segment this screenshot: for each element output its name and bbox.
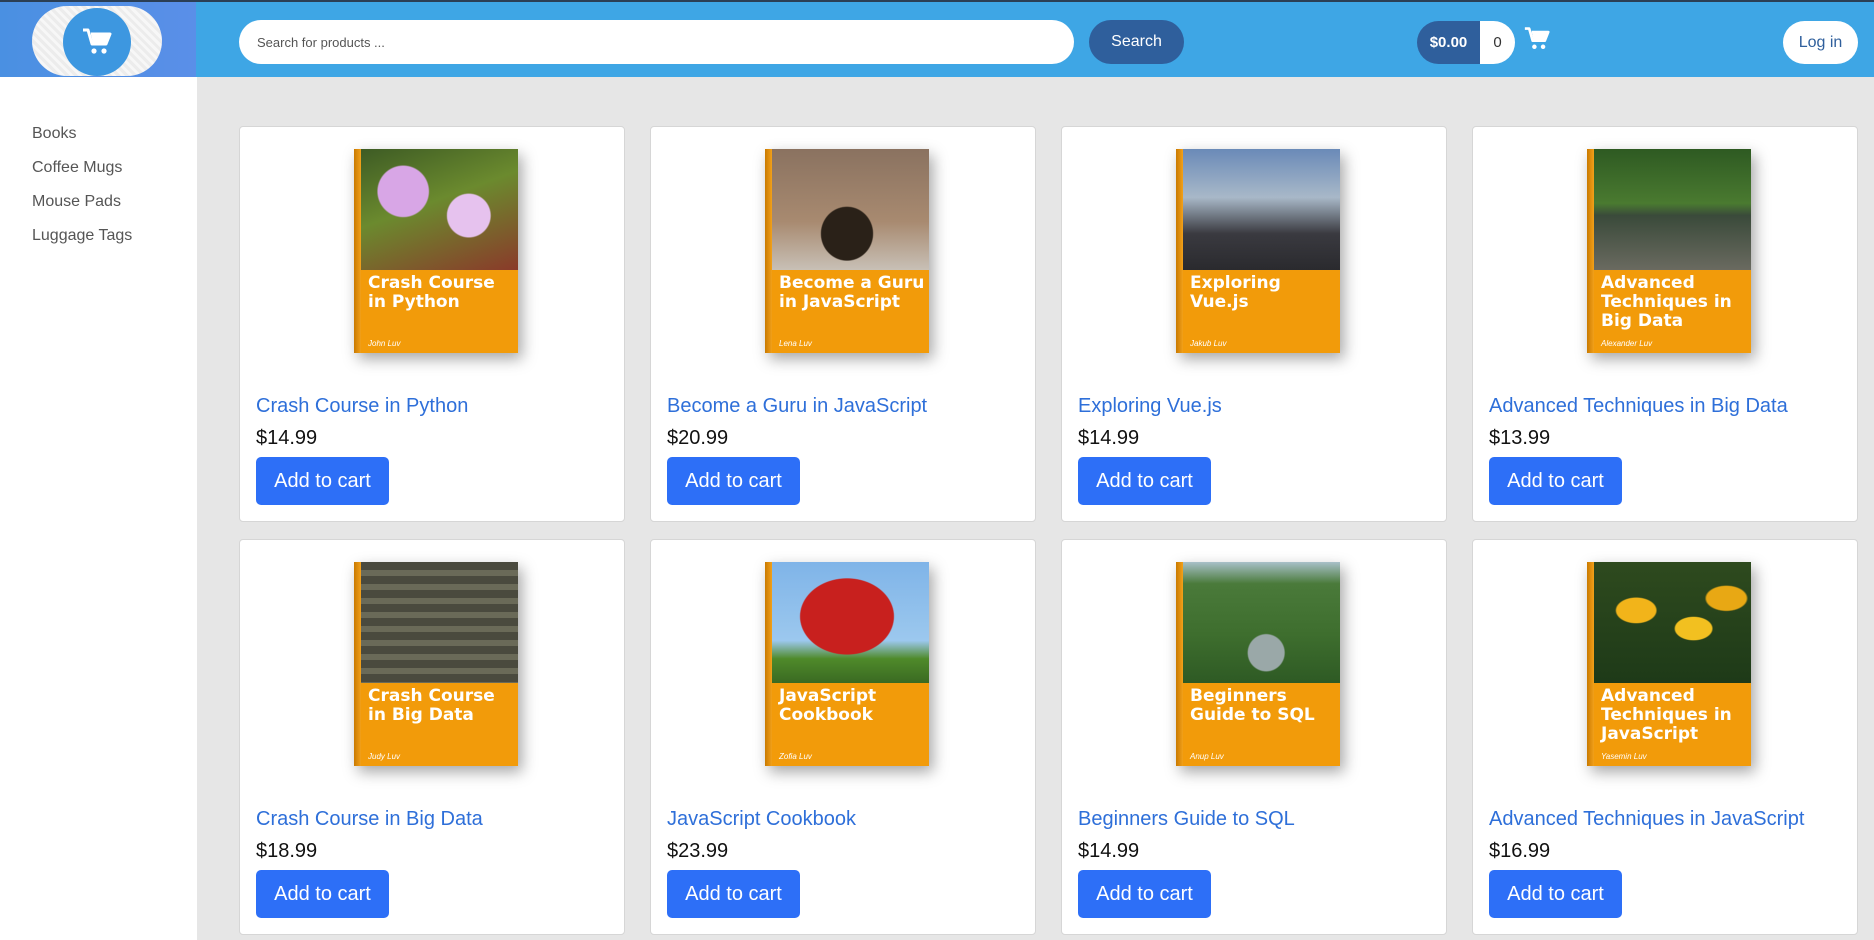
cover-title: Crash Course in Big Data xyxy=(368,686,495,725)
product-price: $13.99 xyxy=(1489,427,1551,449)
product-name-link[interactable]: Advanced Techniques in JavaScript xyxy=(1489,808,1804,831)
cover-photo xyxy=(1176,149,1340,270)
cart-count: 0 xyxy=(1480,21,1515,64)
cover-photo xyxy=(1176,562,1340,683)
cover-title: Beginners Guide to SQL xyxy=(1190,686,1315,725)
cover-author: Lena Luv xyxy=(779,339,812,348)
add-to-cart-button[interactable]: Add to cart xyxy=(667,870,800,918)
book-cover[interactable]: Advanced Techniques in Big Data Alexande… xyxy=(1587,149,1751,353)
product-name-link[interactable]: Advanced Techniques in Big Data xyxy=(1489,395,1788,418)
cover-title: Crash Course in Python xyxy=(368,273,495,312)
cover-author: Yasemin Luv xyxy=(1601,752,1647,761)
sidebar-item-coffee-mugs[interactable]: Coffee Mugs xyxy=(0,151,197,185)
sidebar-item-mouse-pads[interactable]: Mouse Pads xyxy=(0,185,197,219)
product-price: $14.99 xyxy=(1078,840,1140,862)
cover-photo xyxy=(354,562,518,683)
product-price: $16.99 xyxy=(1489,840,1551,862)
cover-photo xyxy=(765,149,929,270)
cover-author: Judy Luv xyxy=(368,752,401,761)
sidebar-item-books[interactable]: Books xyxy=(0,117,197,151)
book-cover[interactable]: Crash Course in Big Data Judy Luv xyxy=(354,562,518,766)
add-to-cart-button[interactable]: Add to cart xyxy=(1489,457,1622,505)
cover-spine xyxy=(765,562,772,766)
cart-total: $0.00 xyxy=(1417,21,1480,64)
product-name-link[interactable]: Exploring Vue.js xyxy=(1078,395,1222,418)
book-cover[interactable]: Crash Course in Python John Luv xyxy=(354,149,518,353)
logo-area xyxy=(0,2,196,79)
product-card: Crash Course in Python John Luv Crash Co… xyxy=(239,126,625,522)
cart-button[interactable] xyxy=(1524,26,1550,57)
product-name-link[interactable]: Become a Guru in JavaScript xyxy=(667,395,927,418)
add-to-cart-button[interactable]: Add to cart xyxy=(1489,870,1622,918)
product-card: Become a Guru in JavaScript Lena Luv Bec… xyxy=(650,126,1036,522)
shopping-cart-icon xyxy=(1524,27,1550,50)
top-bar: Search $0.00 0 Log in xyxy=(0,0,1874,79)
cover-spine xyxy=(1587,149,1594,353)
search-button[interactable]: Search xyxy=(1089,20,1184,64)
add-to-cart-button[interactable]: Add to cart xyxy=(1078,457,1211,505)
cover-author: Alexander Luv xyxy=(1601,339,1653,348)
cover-spine xyxy=(354,562,361,766)
product-card: Advanced Techniques in Big Data Alexande… xyxy=(1472,126,1858,522)
product-card: Beginners Guide to SQL Anup Luv Beginner… xyxy=(1061,539,1447,935)
product-card: JavaScript Cookbook Zofia Luv JavaScript… xyxy=(650,539,1036,935)
category-sidebar: Books Coffee Mugs Mouse Pads Luggage Tag… xyxy=(0,77,197,940)
product-price: $20.99 xyxy=(667,427,729,449)
cover-spine xyxy=(354,149,361,353)
cover-author: Zofia Luv xyxy=(779,752,812,761)
book-cover[interactable]: Advanced Techniques in JavaScript Yasemi… xyxy=(1587,562,1751,766)
book-cover[interactable]: Beginners Guide to SQL Anup Luv xyxy=(1176,562,1340,766)
product-name-link[interactable]: JavaScript Cookbook xyxy=(667,808,856,831)
add-to-cart-button[interactable]: Add to cart xyxy=(256,457,389,505)
cover-photo xyxy=(1587,149,1751,270)
cover-title: Advanced Techniques in JavaScript xyxy=(1601,686,1732,744)
cover-photo xyxy=(765,562,929,683)
cover-title: Advanced Techniques in Big Data xyxy=(1601,273,1732,331)
product-price: $18.99 xyxy=(256,840,318,862)
logo[interactable] xyxy=(63,8,131,76)
login-button[interactable]: Log in xyxy=(1783,21,1858,64)
product-grid: Crash Course in Python John Luv Crash Co… xyxy=(239,126,1858,935)
cover-spine xyxy=(1176,562,1183,766)
cover-title: JavaScript Cookbook xyxy=(779,686,877,725)
product-card: Advanced Techniques in JavaScript Yasemi… xyxy=(1472,539,1858,935)
product-price: $23.99 xyxy=(667,840,729,862)
cover-photo xyxy=(354,149,518,270)
book-cover[interactable]: Exploring Vue.js Jakub Luv xyxy=(1176,149,1340,353)
cover-author: John Luv xyxy=(368,339,401,348)
search-input[interactable] xyxy=(239,20,1074,64)
product-price: $14.99 xyxy=(256,427,318,449)
product-card: Exploring Vue.js Jakub Luv Exploring Vue… xyxy=(1061,126,1447,522)
product-card: Crash Course in Big Data Judy Luv Crash … xyxy=(239,539,625,935)
product-price: $14.99 xyxy=(1078,427,1140,449)
book-cover[interactable]: JavaScript Cookbook Zofia Luv xyxy=(765,562,929,766)
cover-title: Exploring Vue.js xyxy=(1190,273,1281,312)
book-cover[interactable]: Become a Guru in JavaScript Lena Luv xyxy=(765,149,929,353)
product-name-link[interactable]: Beginners Guide to SQL xyxy=(1078,808,1295,831)
shopping-cart-icon xyxy=(83,28,112,54)
cover-title: Become a Guru in JavaScript xyxy=(779,273,925,312)
add-to-cart-button[interactable]: Add to cart xyxy=(1078,870,1211,918)
cover-author: Anup Luv xyxy=(1190,752,1224,761)
product-name-link[interactable]: Crash Course in Big Data xyxy=(256,808,483,831)
cover-spine xyxy=(1176,149,1183,353)
cover-author: Jakub Luv xyxy=(1190,339,1227,348)
cover-photo xyxy=(1587,562,1751,683)
cover-spine xyxy=(1587,562,1594,766)
add-to-cart-button[interactable]: Add to cart xyxy=(256,870,389,918)
product-name-link[interactable]: Crash Course in Python xyxy=(256,395,468,418)
sidebar-item-luggage-tags[interactable]: Luggage Tags xyxy=(0,219,197,253)
add-to-cart-button[interactable]: Add to cart xyxy=(667,457,800,505)
cover-spine xyxy=(765,149,772,353)
